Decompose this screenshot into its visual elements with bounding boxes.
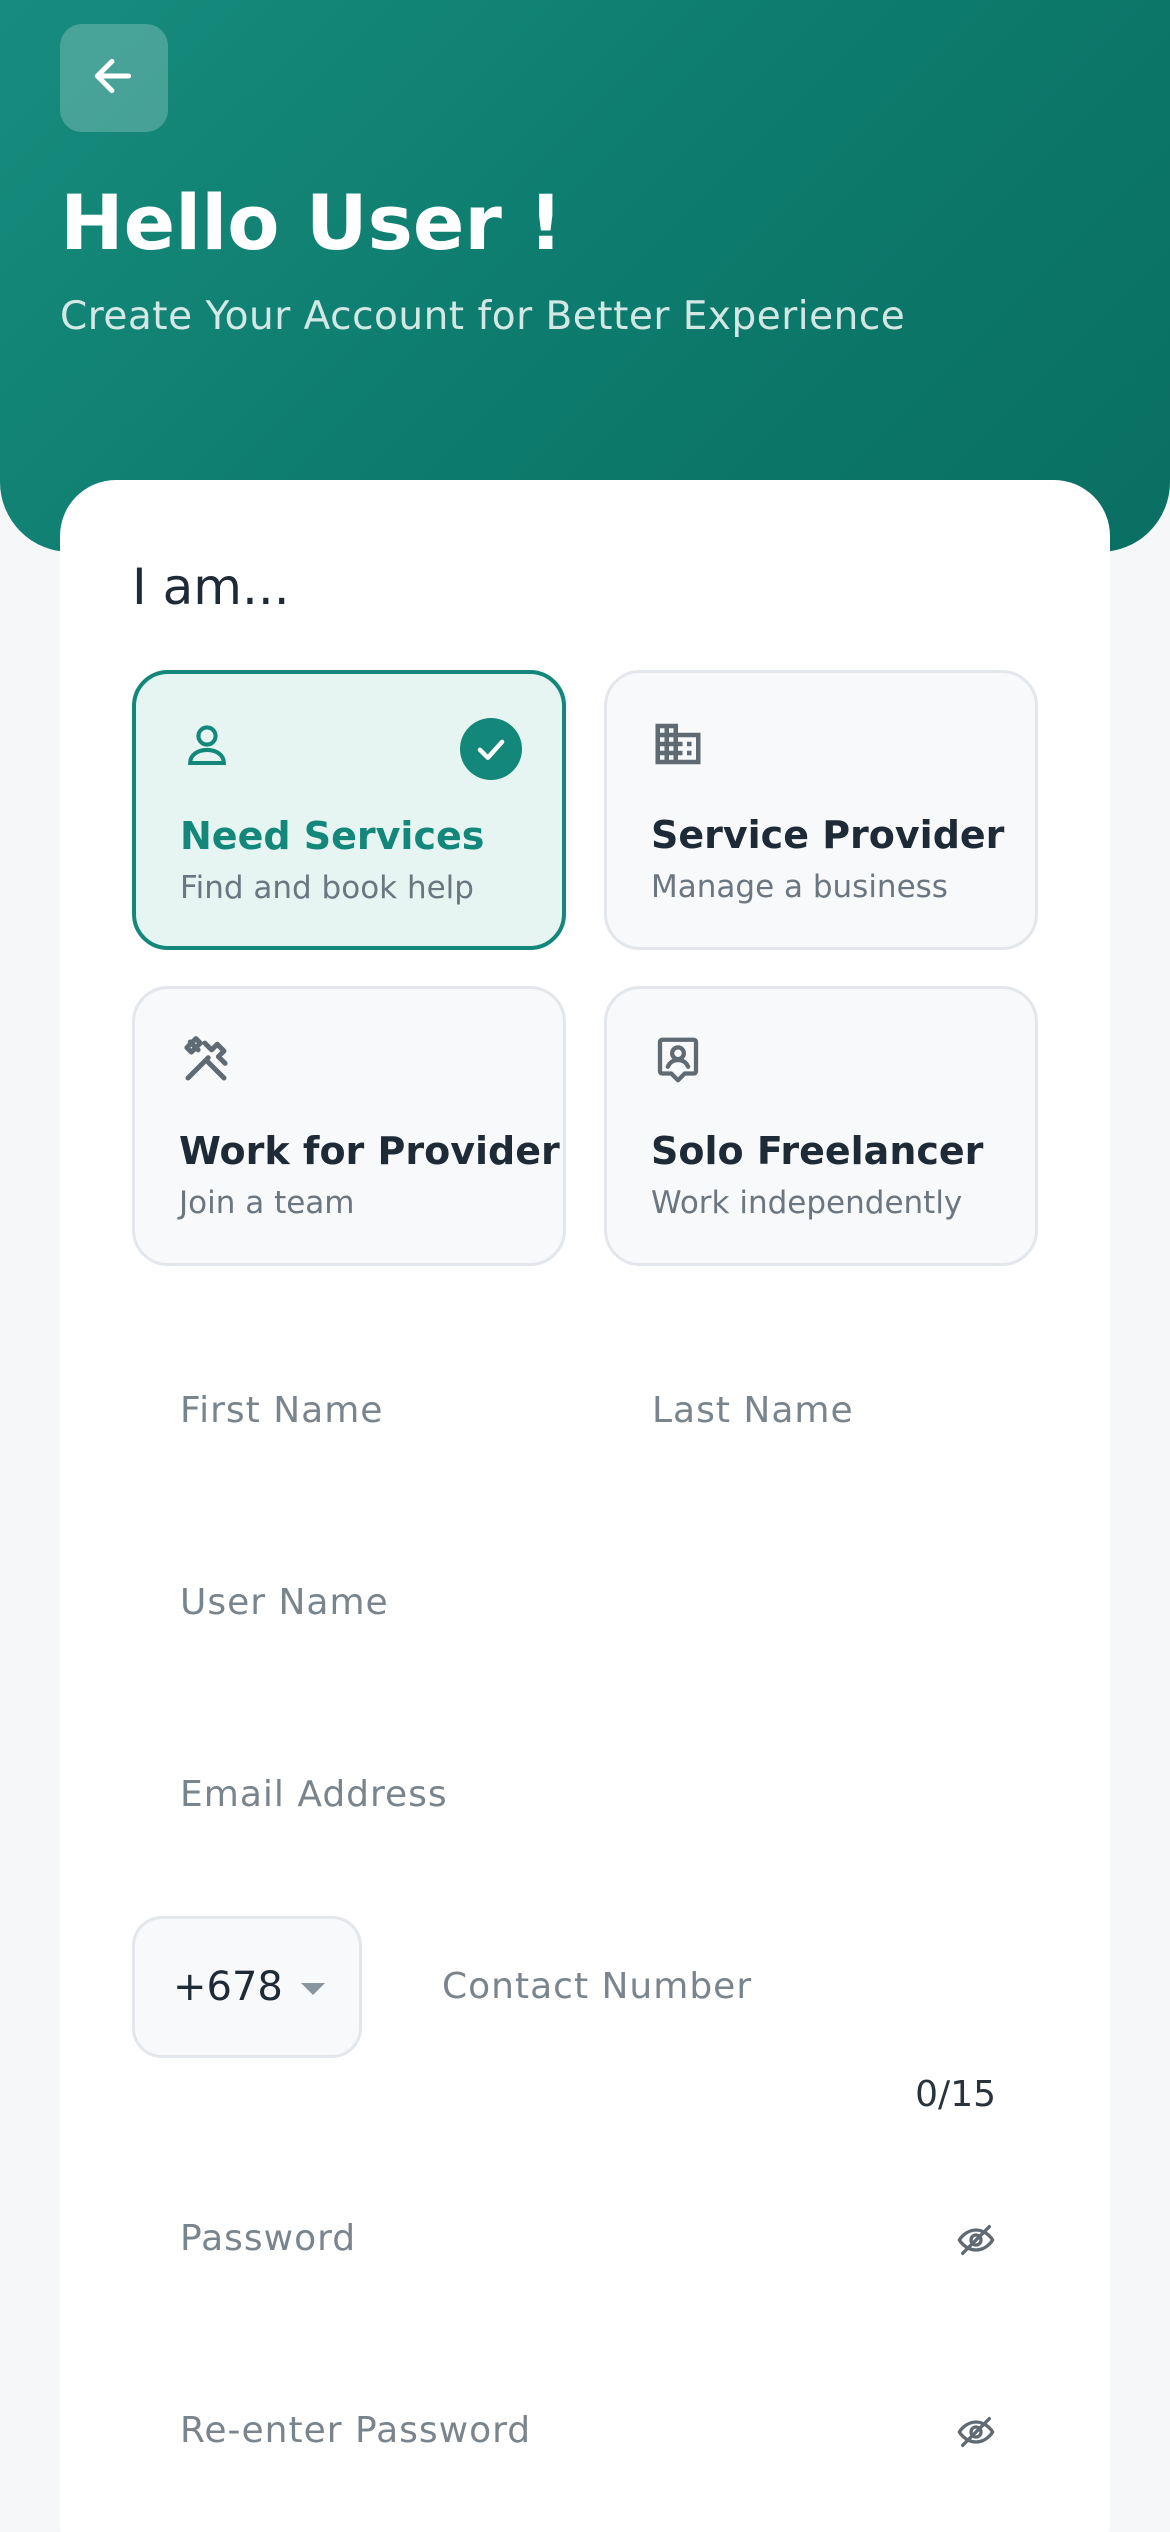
arrow-left-icon — [89, 51, 139, 105]
role-title: Need Services — [180, 814, 485, 858]
badge-icon — [651, 1033, 705, 1087]
signup-card: I am... Need Services Find and book help — [60, 480, 1110, 2532]
first-name-field[interactable]: First Name — [180, 1390, 383, 1431]
country-code-value: +678 — [173, 1964, 283, 2010]
role-title: Work for Provider — [179, 1129, 560, 1173]
last-name-field[interactable]: Last Name — [652, 1390, 854, 1431]
email-field[interactable]: Email Address — [180, 1774, 448, 1815]
role-description: Find and book help — [180, 870, 474, 906]
role-option-service-provider[interactable]: Service Provider Manage a business — [604, 670, 1038, 950]
page-title: Hello User ! — [60, 178, 564, 267]
person-icon — [180, 718, 234, 772]
role-heading: I am... — [132, 558, 290, 616]
role-title: Service Provider — [651, 813, 1005, 857]
role-option-solo-freelancer[interactable]: Solo Freelancer Work independently — [604, 986, 1038, 1266]
password-field[interactable]: Password — [180, 2218, 356, 2259]
role-description: Join a team — [179, 1185, 355, 1221]
header-banner: Hello User ! Create Your Account for Bet… — [0, 0, 1170, 552]
role-option-work-for-provider[interactable]: Work for Provider Join a team — [132, 986, 566, 1266]
tools-icon — [179, 1033, 233, 1087]
contact-character-counter: 0/15 — [915, 2074, 996, 2115]
eye-off-icon[interactable] — [956, 2220, 996, 2260]
contact-number-field[interactable]: Contact Number — [442, 1966, 752, 2007]
back-button[interactable] — [60, 24, 168, 132]
role-option-need-services[interactable]: Need Services Find and book help — [132, 670, 566, 950]
role-title: Solo Freelancer — [651, 1129, 984, 1173]
chevron-down-icon — [300, 1983, 325, 1995]
check-icon — [460, 718, 522, 780]
country-code-select[interactable]: +678 — [132, 1916, 362, 2058]
role-description: Manage a business — [651, 869, 948, 905]
role-description: Work independently — [651, 1185, 963, 1221]
username-field[interactable]: User Name — [180, 1582, 389, 1623]
building-icon — [651, 717, 705, 771]
page-subtitle: Create Your Account for Better Experienc… — [60, 294, 906, 339]
signup-screen: Hello User ! Create Your Account for Bet… — [0, 0, 1170, 2532]
eye-off-icon[interactable] — [956, 2412, 996, 2452]
reenter-password-field[interactable]: Re-enter Password — [180, 2410, 531, 2451]
